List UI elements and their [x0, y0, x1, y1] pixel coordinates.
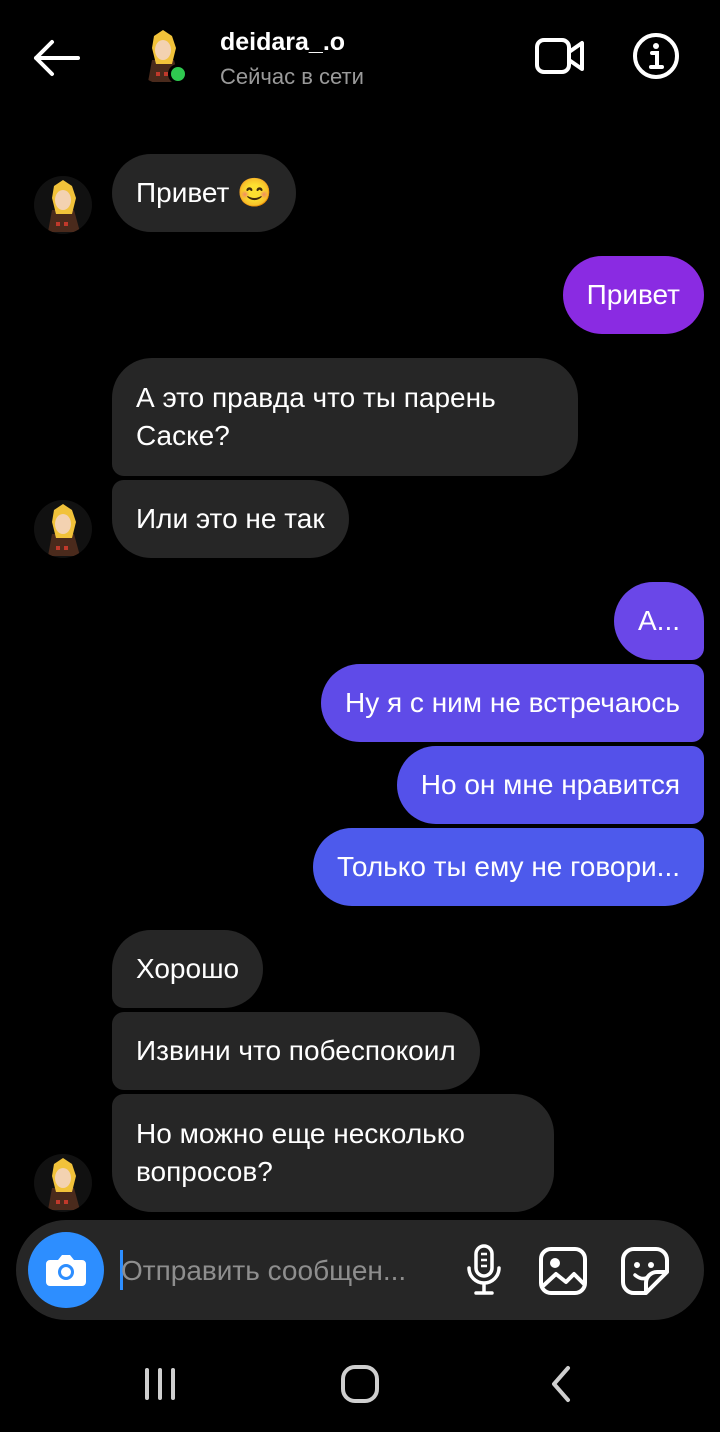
- sender-avatar[interactable]: [34, 500, 92, 558]
- home-button[interactable]: [338, 1362, 382, 1406]
- incoming-message[interactable]: Хорошо: [112, 930, 264, 1008]
- info-button[interactable]: [632, 32, 680, 80]
- recent-apps-icon: [145, 1368, 175, 1400]
- outgoing-message[interactable]: Но он мне нравится: [396, 746, 704, 824]
- sender-avatar[interactable]: [34, 176, 92, 234]
- microphone-icon: [467, 1244, 501, 1295]
- video-call-button[interactable]: [534, 34, 586, 78]
- video-camera-icon: [535, 38, 584, 74]
- message-input[interactable]: [121, 1250, 451, 1292]
- gallery-button[interactable]: [538, 1246, 588, 1296]
- incoming-message[interactable]: А это правда что ты парень Саске?: [112, 358, 578, 476]
- back-button[interactable]: [28, 36, 84, 80]
- outgoing-message[interactable]: Привет: [562, 256, 704, 334]
- sender-avatar[interactable]: [34, 1154, 92, 1212]
- info-icon: [633, 33, 679, 79]
- chat-username[interactable]: deidara_.o: [220, 28, 345, 57]
- sticker-button[interactable]: [620, 1246, 670, 1296]
- incoming-message[interactable]: Привет 😊: [112, 154, 297, 232]
- voice-message-button[interactable]: [464, 1244, 504, 1296]
- sticker-icon: [621, 1247, 669, 1295]
- camera-button[interactable]: [28, 1232, 104, 1308]
- back-nav-icon: [552, 1366, 570, 1402]
- arrow-left-icon: [34, 40, 80, 76]
- home-icon: [341, 1365, 379, 1403]
- outgoing-message[interactable]: А...: [613, 582, 704, 660]
- online-status-text: Сейчас в сети: [220, 64, 364, 89]
- outgoing-message[interactable]: Только ты ему не говори...: [312, 828, 704, 906]
- incoming-message[interactable]: Или это не так: [112, 480, 349, 558]
- camera-icon: [46, 1255, 86, 1286]
- image-icon: [539, 1247, 587, 1295]
- outgoing-message[interactable]: Ну я с ним не встречаюсь: [320, 664, 704, 742]
- recent-apps-button[interactable]: [140, 1364, 180, 1404]
- online-status-dot: [168, 64, 188, 84]
- system-back-button[interactable]: [546, 1364, 576, 1404]
- incoming-message[interactable]: Но можно еще несколько вопросов?: [112, 1094, 554, 1212]
- incoming-message[interactable]: Извини что побеспокоил: [112, 1012, 480, 1090]
